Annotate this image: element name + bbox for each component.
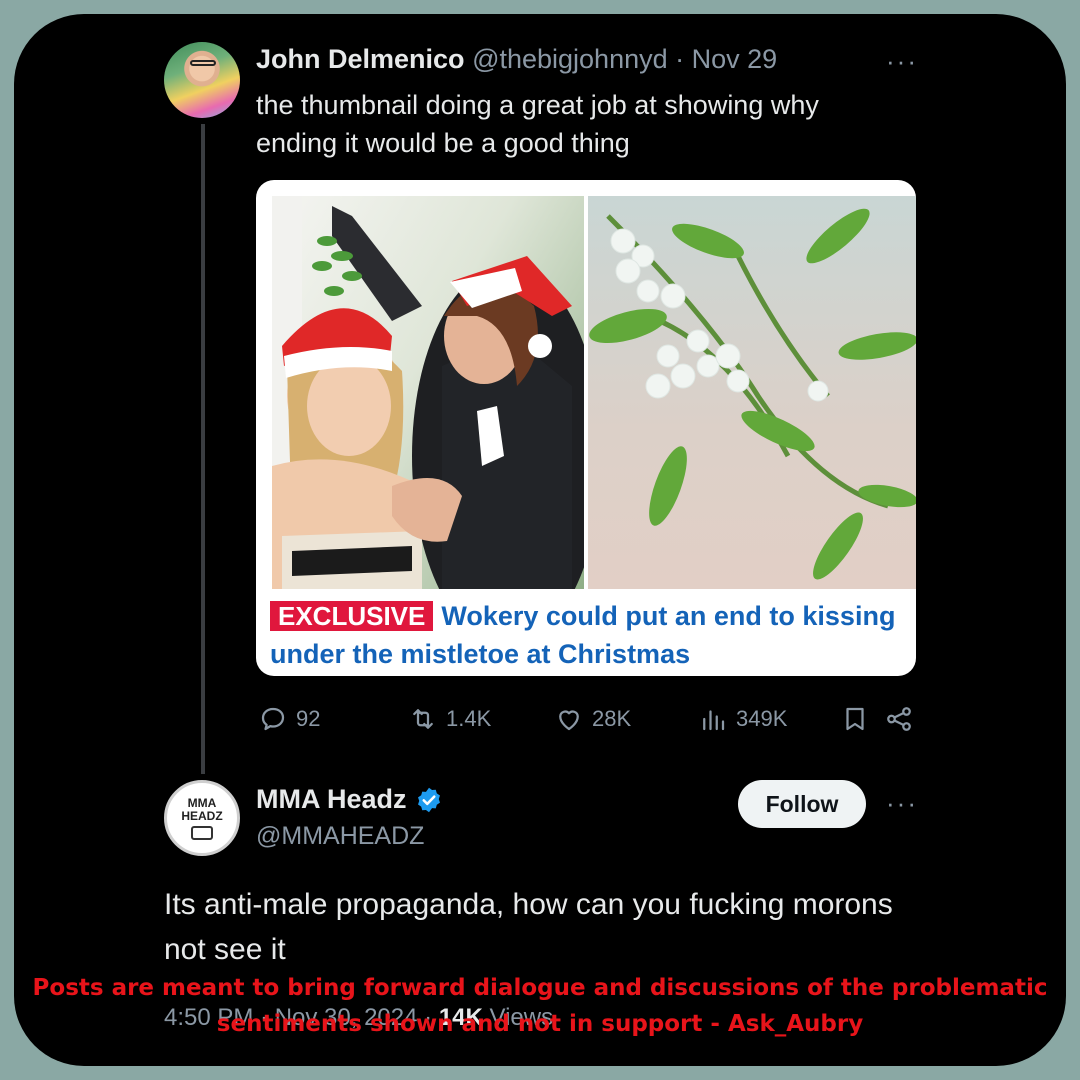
like-count: 28K bbox=[592, 706, 632, 731]
heart-icon bbox=[559, 710, 579, 731]
card-image-mistletoe bbox=[588, 196, 916, 589]
reply-icon bbox=[261, 707, 285, 731]
tweet-text: the thumbnail doing a great job at showi… bbox=[256, 90, 819, 158]
thread-line bbox=[201, 124, 205, 774]
view-count: 349K bbox=[736, 706, 788, 731]
tweet-header: John Delmenico @thebigjohnnyd · Nov 29 bbox=[256, 44, 777, 75]
author-name[interactable]: John Delmenico bbox=[256, 44, 465, 74]
verified-badge-icon bbox=[417, 787, 440, 812]
repost-button[interactable]: 1.4K bbox=[408, 704, 491, 734]
reply-header: MMA Headz bbox=[256, 784, 443, 815]
avatar-glasses bbox=[190, 60, 216, 66]
views-button[interactable]: 349K bbox=[698, 704, 787, 734]
reply-avatar[interactable]: MMA HEADZ bbox=[164, 780, 240, 856]
more-options-icon[interactable]: ··· bbox=[886, 46, 918, 77]
reply-more-options-icon[interactable]: ··· bbox=[886, 788, 918, 819]
action-bar: 92 1.4K 28K 349K bbox=[258, 704, 918, 744]
exclusive-badge: EXCLUSIVE bbox=[270, 601, 434, 631]
analytics-icon bbox=[703, 710, 725, 731]
header-separator: · bbox=[667, 44, 692, 74]
author-avatar[interactable] bbox=[164, 42, 240, 118]
share-button[interactable] bbox=[884, 704, 914, 734]
card-headline[interactable]: EXCLUSIVE Wokery could put an end to kiss… bbox=[270, 597, 910, 673]
tweet-date[interactable]: Nov 29 bbox=[692, 44, 778, 74]
bookmark-button[interactable] bbox=[840, 704, 870, 734]
reply-avatar-line2: HEADZ bbox=[181, 808, 223, 823]
follow-button[interactable]: Follow bbox=[738, 780, 866, 828]
card-image-couple bbox=[272, 196, 584, 589]
overlay-disclaimer: Posts are meant to bring forward dialogu… bbox=[32, 975, 1048, 1037]
like-button[interactable]: 28K bbox=[554, 704, 631, 734]
link-card[interactable]: EXCLUSIVE Wokery could put an end to kiss… bbox=[256, 180, 916, 676]
reply-text: Its anti-male propaganda, how can you fu… bbox=[164, 888, 893, 966]
repost-icon bbox=[413, 709, 433, 729]
share-icon bbox=[887, 707, 911, 731]
reply-author-handle[interactable]: @MMAHEADZ bbox=[256, 822, 424, 851]
reply-avatar-graphic bbox=[191, 825, 213, 840]
reply-count: 92 bbox=[296, 706, 321, 731]
reply-avatar-line1: MMA bbox=[187, 795, 217, 810]
author-handle[interactable]: @thebigjohnnyd bbox=[472, 44, 668, 74]
reply-author-name[interactable]: MMA Headz bbox=[256, 784, 407, 815]
repost-count: 1.4K bbox=[446, 706, 492, 731]
bookmark-icon bbox=[846, 707, 864, 731]
tweet-panel: John Delmenico @thebigjohnnyd · Nov 29 ·… bbox=[14, 14, 1066, 1066]
reply-button[interactable]: 92 bbox=[258, 704, 320, 734]
